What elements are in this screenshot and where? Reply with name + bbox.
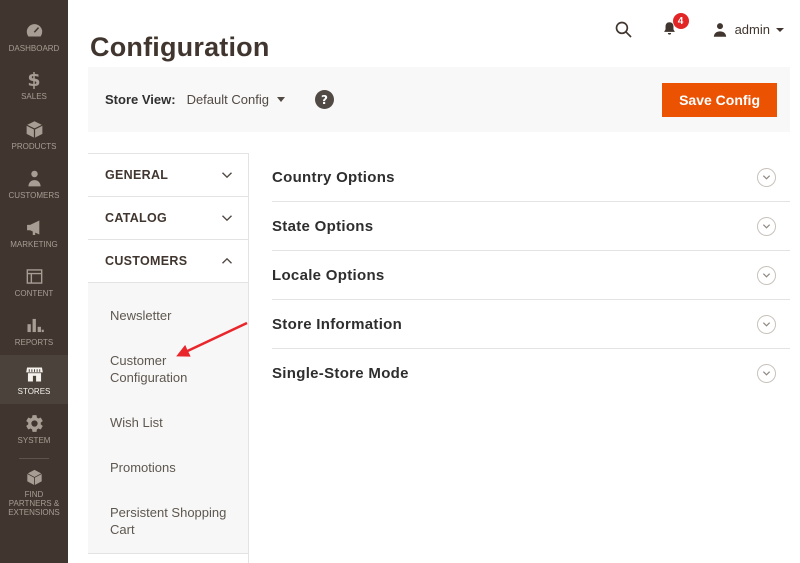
config-sections: Country Options State Options Locale Opt… [272,153,790,397]
megaphone-icon [26,220,39,235]
window-layout-icon [26,268,42,284]
page-title: Configuration [90,32,270,63]
sidebar-item-label: DASHBOARD [8,43,60,53]
chevron-down-icon [776,28,784,32]
store-view-value: Default Config [186,92,269,107]
sidebar-divider [19,458,49,459]
search-icon [615,21,632,38]
accordion-single-store-mode[interactable]: Single-Store Mode [272,349,790,397]
customers-submenu: Newsletter Customer Configuration Wish L… [88,283,248,554]
config-nav-section-catalog[interactable]: CATALOG [88,197,248,240]
chevron-down-circle-icon [757,167,776,187]
sidebar-item-stores[interactable]: STORES [0,355,68,404]
package-icon [25,469,43,487]
gear-icon [25,414,43,432]
store-view-label: Store View: [105,92,176,107]
config-nav-next-section-stub [88,554,248,563]
sidebar-item-products[interactable]: PRODUCTS [0,110,68,159]
sidebar-item-label: SALES [21,92,47,101]
store-view-toolbar: Store View: Default Config ? Save Config [88,67,790,132]
accordion-title: Single-Store Mode [272,364,409,382]
notification-count-badge: 4 [672,13,689,29]
sidebar-item-find-partners[interactable]: FIND PARTNERS & EXTENSIONS [0,464,68,520]
chevron-down-circle-icon [757,265,776,285]
sidebar-item-label: PRODUCTS [11,141,57,151]
chevron-down-circle-icon [757,363,776,383]
dollar-icon: $ [27,69,41,91]
sidebar-item-reports[interactable]: REPORTS [0,306,68,355]
dashboard-icon [26,23,42,36]
sidebar-item-marketing[interactable]: MARKETING [0,208,68,257]
nav-item-newsletter[interactable]: Newsletter [110,307,236,324]
accordion-country-options[interactable]: Country Options [272,153,790,202]
sidebar-item-label: STORES [17,386,51,396]
person-icon [27,170,41,186]
nav-item-customer-configuration[interactable]: Customer Configuration [110,352,220,386]
sidebar-item-system[interactable]: SYSTEM [0,404,68,453]
save-config-button[interactable]: Save Config [662,82,777,117]
chevron-down-circle-icon [757,314,776,334]
accordion-locale-options[interactable]: Locale Options [272,251,790,300]
bar-chart-icon [27,318,44,332]
nav-item-wish-list[interactable]: Wish List [110,414,236,431]
admin-sidebar: DASHBOARD $ SALES PRODUCTS CUSTOMERS MAR… [0,0,68,563]
storefront-icon [25,367,43,381]
help-icon[interactable]: ? [314,90,334,109]
admin-menu[interactable]: admin [711,21,784,39]
chevron-down-circle-icon [757,216,776,236]
sidebar-item-label: SYSTEM [17,435,51,445]
sidebar-item-label: CONTENT [14,288,54,298]
store-view-switcher[interactable]: Default Config [187,92,285,107]
header-actions: 4 admin [613,13,784,40]
sidebar-item-content[interactable]: CONTENT [0,257,68,306]
search-button[interactable] [613,19,634,40]
accordion-store-information[interactable]: Store Information [272,300,790,349]
sidebar-item-label: REPORTS [14,337,54,347]
config-nav-section-general[interactable]: GENERAL [88,154,248,197]
accordion-title: Store Information [272,315,403,333]
nav-item-promotions[interactable]: Promotions [110,459,236,476]
nav-item-persistent-shopping-cart[interactable]: Persistent Shopping Cart [110,504,230,538]
chevron-up-icon [221,255,233,267]
accordion-title: State Options [272,217,374,235]
section-label: GENERAL [105,168,169,182]
config-nav-section-customers[interactable]: CUSTOMERS [88,240,248,283]
chevron-down-icon [221,212,233,224]
chevron-down-icon [276,97,285,102]
user-avatar-icon [713,22,726,37]
chevron-down-icon [221,169,233,181]
section-label: CUSTOMERS [105,254,188,268]
sidebar-item-customers[interactable]: CUSTOMERS [0,159,68,208]
accordion-title: Country Options [272,168,395,186]
sidebar-item-label: MARKETING [10,239,58,249]
sidebar-item-label: FIND PARTNERS & EXTENSIONS [8,490,60,517]
accordion-title: Locale Options [272,266,385,284]
config-nav: GENERAL CATALOG CUSTOMERS Newsletter Cus… [88,153,249,563]
admin-username: admin [734,22,770,37]
accordion-state-options[interactable]: State Options [272,202,790,251]
sidebar-item-sales[interactable]: $ SALES [0,61,68,110]
cube-icon [25,120,43,138]
sidebar-item-dashboard[interactable]: DASHBOARD [0,12,68,61]
notifications-button[interactable]: 4 [660,13,689,39]
section-label: CATALOG [105,211,168,225]
admin-page: DASHBOARD $ SALES PRODUCTS CUSTOMERS MAR… [0,0,800,563]
sidebar-item-label: CUSTOMERS [8,190,60,200]
